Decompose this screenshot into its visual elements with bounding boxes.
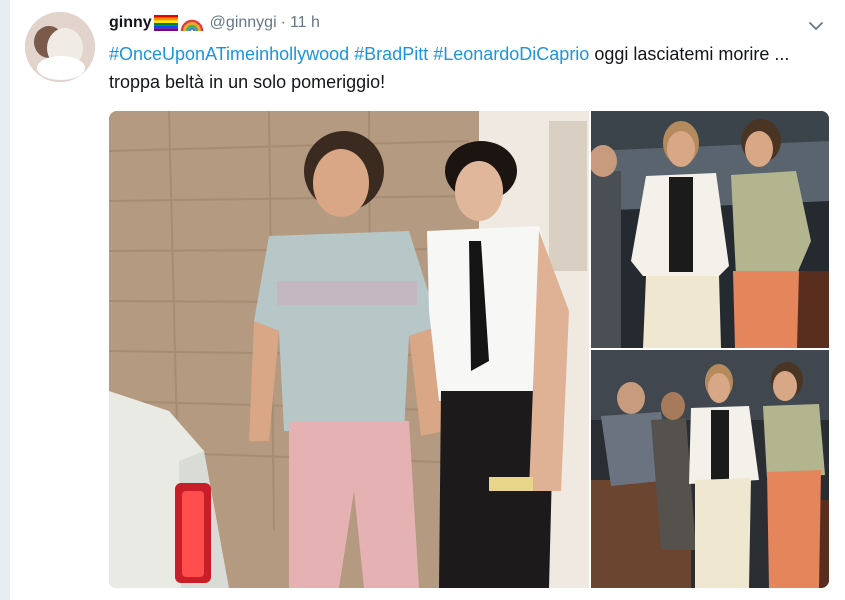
- separator-dot: ·: [280, 14, 286, 31]
- tweet-text: #OnceUponATimeinhollywood #BradPitt #Leo…: [109, 40, 809, 96]
- chevron-down-icon[interactable]: [806, 16, 826, 36]
- tweet-header: ginny @ginnygi · 11 h: [109, 12, 320, 34]
- timeline-left-rail: [0, 0, 10, 600]
- user-handle[interactable]: @ginnygi: [210, 14, 277, 32]
- display-name[interactable]: ginny: [109, 14, 152, 32]
- hashtag-link[interactable]: #LeonardoDiCaprio: [433, 44, 589, 64]
- rainbow-flag-icon: [153, 15, 178, 31]
- display-name-emojis: [153, 14, 204, 32]
- media-photo-main[interactable]: [109, 111, 589, 588]
- hashtag-link[interactable]: #BradPitt: [354, 44, 428, 64]
- timestamp-link[interactable]: 11 h: [290, 14, 320, 32]
- avatar[interactable]: [25, 12, 95, 82]
- rainbow-icon: [180, 19, 203, 32]
- hashtag-link[interactable]: #OnceUponATimeinhollywood: [109, 44, 349, 64]
- media-photo-bottom-right[interactable]: [591, 350, 829, 588]
- media-grid: [109, 111, 829, 588]
- media-photo-top-right[interactable]: [591, 111, 829, 348]
